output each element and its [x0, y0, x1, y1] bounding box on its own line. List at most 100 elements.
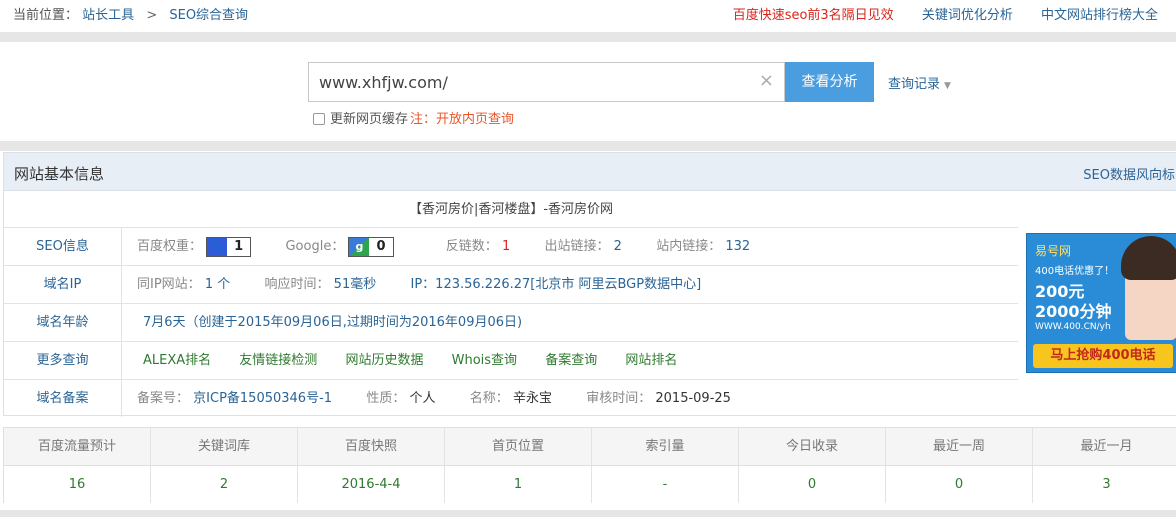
baidu-weight-value: 1	[234, 238, 244, 254]
icp-number-label: 备案号：	[137, 391, 190, 406]
baidu-weight-badge[interactable]: 🐾 1	[206, 236, 252, 257]
outlinks-value[interactable]: 2	[614, 239, 622, 254]
stats-value[interactable]: 0	[886, 466, 1033, 503]
history-dropdown[interactable]: 查询记录 ▼	[888, 73, 951, 92]
link-site-rank[interactable]: 网站排名	[625, 353, 677, 368]
icp-type-label: 性质：	[366, 391, 406, 406]
top-links: 百度快速seo前3名隔日见效 关键词优化分析 中文网站排行榜大全	[709, 4, 1158, 23]
row-label: 更多查询	[4, 342, 122, 379]
seo-info-row: SEO信息 百度权重： 🐾 1 Google： g0 反链数： 1 出站链接： 2…	[4, 228, 1018, 266]
stats-value[interactable]: 3	[1033, 466, 1176, 503]
row-label: 域名备案	[4, 380, 122, 417]
stats-value[interactable]: 0	[739, 466, 886, 503]
ad-minutes: 2000分钟	[1035, 302, 1112, 321]
stats-header: 今日收录	[739, 428, 886, 465]
stats-value[interactable]: 16	[4, 466, 151, 503]
refresh-cache-option: 更新网页缓存 注：开放内页查询	[313, 108, 514, 127]
baidu-weight-label: 百度权重：	[137, 239, 203, 254]
row-label: 域名年龄	[4, 304, 122, 341]
ip-address[interactable]: IP：123.56.226.27[北京市 阿里云BGP数据中心]	[411, 277, 702, 292]
link-site-history[interactable]: 网站历史数据	[345, 353, 423, 368]
stats-header: 关键词库	[151, 428, 298, 465]
row-content: ALEXA排名 友情链接检测 网站历史数据 Whois查询 备案查询 网站排名	[143, 342, 677, 379]
divider-band	[0, 141, 1176, 151]
icp-number-value[interactable]: 京ICP备15050346号-1	[193, 391, 332, 406]
search-input-value: www.xhfjw.com/	[319, 73, 448, 92]
top-link-ad[interactable]: 百度快速seo前3名隔日见效	[733, 8, 894, 23]
site-info-panel: 网站基本信息 SEO数据风向标 【香河房价|香河楼盘】-香河房价网 SEO信息 …	[3, 152, 1176, 418]
breadcrumb-separator: >	[146, 8, 158, 23]
stats-header: 百度快照	[298, 428, 445, 465]
ad-banner[interactable]: 易号网 400电话优惠了！ 200元 2000分钟 WWW.400.CN/yh …	[1026, 233, 1176, 373]
site-title: 【香河房价|香河楼盘】-香河房价网	[4, 191, 1018, 228]
chevron-down-icon: ▼	[944, 81, 951, 91]
google-label: Google：	[285, 239, 345, 254]
backlinks-label: 反链数：	[445, 239, 498, 254]
domain-age-row: 域名年龄 7月6天（创建于2015年09月06日,过期时间为2016年09月06…	[4, 304, 1018, 342]
ad-cta-button[interactable]: 马上抢购400电话	[1033, 344, 1173, 368]
clear-icon[interactable]: ×	[759, 70, 774, 91]
top-bar: 当前位置： 站长工具 > SEO综合查询 百度快速seo前3名隔日见效 关键词优…	[0, 0, 1176, 32]
stats-header: 首页位置	[445, 428, 592, 465]
domain-ip-row: 域名IP 同IP网站： 1 个 响应时间： 51毫秒 IP：123.56.226…	[4, 266, 1018, 304]
stats-value[interactable]: 2	[151, 466, 298, 503]
panel-header: 网站基本信息 SEO数据风向标	[4, 153, 1176, 191]
stats-value[interactable]: 2016-4-4	[298, 466, 445, 503]
row-content: 同IP网站： 1 个 响应时间： 51毫秒 IP：123.56.226.27[北…	[137, 266, 701, 303]
top-link-keyword[interactable]: 关键词优化分析	[922, 8, 1013, 23]
refresh-note-link[interactable]: 注：开放内页查询	[410, 112, 514, 127]
row-label: SEO信息	[4, 228, 122, 265]
row-content: 备案号： 京ICP备15050346号-1 性质： 个人 名称： 辛永宝 审核时…	[137, 380, 731, 417]
backlinks-value[interactable]: 1	[502, 239, 510, 254]
link-friend-links[interactable]: 友情链接检测	[239, 353, 317, 368]
same-ip-label: 同IP网站：	[137, 277, 201, 292]
ad-url: WWW.400.CN/yh	[1035, 322, 1111, 332]
stats-header-row: 百度流量预计 关键词库 百度快照 首页位置 索引量 今日收录 最近一周 最近一月	[4, 428, 1176, 466]
breadcrumb-prefix: 当前位置：	[13, 8, 79, 23]
refresh-cache-checkbox[interactable]	[313, 113, 325, 125]
divider-band	[0, 32, 1176, 42]
row-label: 域名IP	[4, 266, 122, 303]
inlinks-value[interactable]: 132	[725, 239, 750, 254]
seo-trend-link[interactable]: SEO数据风向标	[1083, 164, 1175, 183]
stats-header: 百度流量预计	[4, 428, 151, 465]
same-ip-value[interactable]: 1 个	[205, 277, 230, 292]
refresh-cache-label: 更新网页缓存	[330, 112, 409, 127]
icp-date-value: 2015-09-25	[655, 391, 731, 406]
breadcrumb-item-seo[interactable]: SEO综合查询	[169, 8, 248, 23]
stats-header: 最近一周	[886, 428, 1033, 465]
icp-type-value: 个人	[409, 391, 436, 406]
ad-person-image	[1121, 236, 1176, 340]
stats-value: -	[592, 466, 739, 503]
ad-brand: 易号网	[1035, 244, 1072, 258]
panel-title: 网站基本信息	[14, 165, 105, 183]
stats-table: 百度流量预计 关键词库 百度快照 首页位置 索引量 今日收录 最近一周 最近一月…	[3, 427, 1176, 504]
stats-value-row: 16 2 2016-4-4 1 - 0 0 3	[4, 466, 1176, 504]
search-input[interactable]: www.xhfjw.com/ ×	[308, 62, 785, 102]
google-pr-badge[interactable]: g0	[348, 236, 394, 257]
link-icp-query[interactable]: 备案查询	[545, 353, 597, 368]
icp-date-label: 审核时间：	[586, 391, 652, 406]
row-content: 百度权重： 🐾 1 Google： g0 反链数： 1 出站链接： 2 站内链接：…	[137, 228, 750, 265]
link-alexa-rank[interactable]: ALEXA排名	[143, 353, 211, 368]
response-time-value: 51毫秒	[333, 277, 377, 292]
stats-header: 索引量	[592, 428, 739, 465]
google-pr-value: 0	[376, 238, 386, 254]
icp-name-value: 辛永宝	[512, 391, 552, 406]
ad-slogan: 400电话优惠了！	[1035, 266, 1115, 277]
outlinks-label: 出站链接：	[544, 239, 610, 254]
icp-name-label: 名称：	[469, 391, 509, 406]
response-time-label: 响应时间：	[264, 277, 330, 292]
link-whois[interactable]: Whois查询	[452, 353, 517, 368]
divider-band	[0, 510, 1176, 517]
domain-icp-row: 域名备案 备案号： 京ICP备15050346号-1 性质： 个人 名称： 辛永…	[4, 380, 1176, 418]
breadcrumb-item-tools[interactable]: 站长工具	[82, 8, 134, 23]
domain-age-value[interactable]: 7月6天（创建于2015年09月06日,过期时间为2016年09月06日)	[143, 315, 522, 330]
top-link-ranking[interactable]: 中文网站排行榜大全	[1041, 8, 1158, 23]
baidu-paw-icon: 🐾	[207, 237, 228, 256]
row-content: 7月6天（创建于2015年09月06日,过期时间为2016年09月06日)	[143, 304, 522, 341]
history-label: 查询记录	[888, 77, 941, 92]
stats-value[interactable]: 1	[445, 466, 592, 503]
analyze-button[interactable]: 查看分析	[785, 62, 874, 102]
stats-header: 最近一月	[1080, 439, 1133, 454]
